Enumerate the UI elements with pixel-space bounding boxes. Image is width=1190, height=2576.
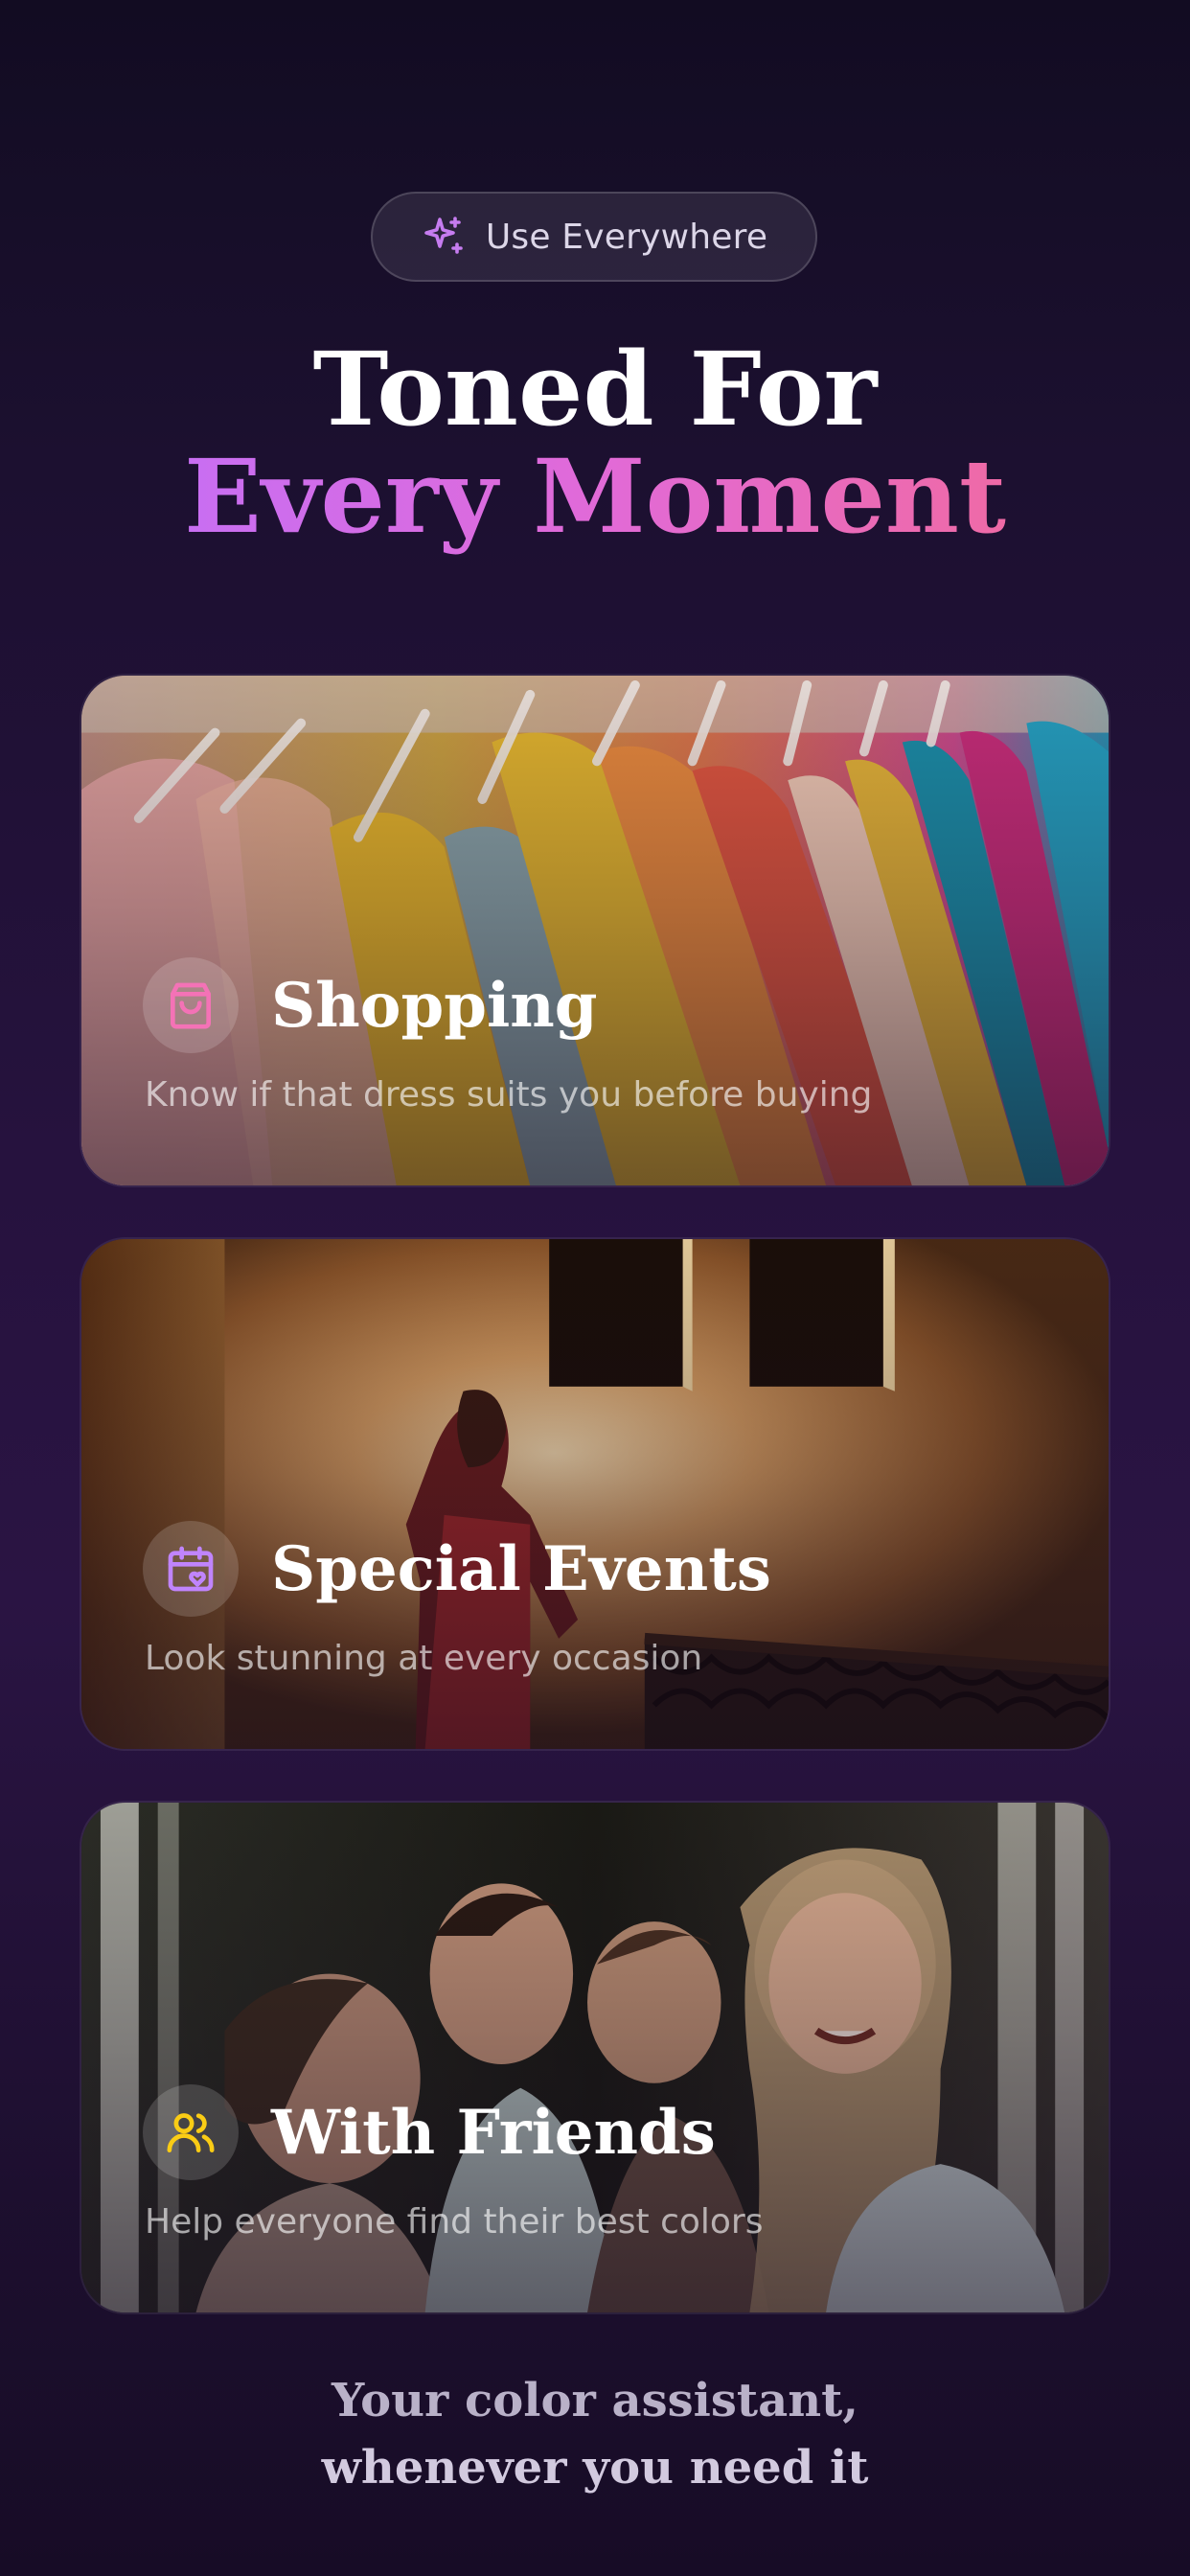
with-friends-card-subtitle: Help everyone find their best colors [145, 2202, 764, 2242]
tagline-line-1: Your color assistant, [332, 2374, 858, 2427]
page-title-line-2: Every Moment [0, 443, 1190, 550]
shopping-card-subtitle: Know if that dress suits you before buyi… [145, 1075, 873, 1115]
with-friends-card[interactable]: With Friends Help everyone find their be… [80, 1801, 1110, 2314]
shopping-card[interactable]: Shopping Know if that dress suits you be… [80, 674, 1110, 1187]
shopping-card-title: Shopping [271, 970, 598, 1042]
page-title-line-1: Toned For [312, 329, 878, 448]
page-title-gradient-text: Every Moment [184, 436, 1006, 556]
special-events-card-subtitle: Look stunning at every occasion [145, 1639, 703, 1678]
use-everywhere-badge: Use Everywhere [371, 192, 817, 282]
tagline-line-2: whenever you need it [321, 2441, 869, 2495]
special-events-card-title: Special Events [271, 1533, 771, 1605]
with-friends-card-title: With Friends [271, 2097, 716, 2169]
with-friends-icon-badge [143, 2084, 239, 2180]
calendar-heart-icon [168, 1546, 214, 1592]
users-icon [167, 2113, 215, 2152]
shopping-icon-badge [143, 957, 239, 1053]
special-events-card[interactable]: Special Events Look stunning at every oc… [80, 1237, 1110, 1751]
badge-label: Use Everywhere [485, 217, 768, 257]
special-events-icon-badge [143, 1521, 239, 1617]
sparkle-icon [424, 217, 463, 254]
shopping-bag-icon [171, 982, 212, 1029]
